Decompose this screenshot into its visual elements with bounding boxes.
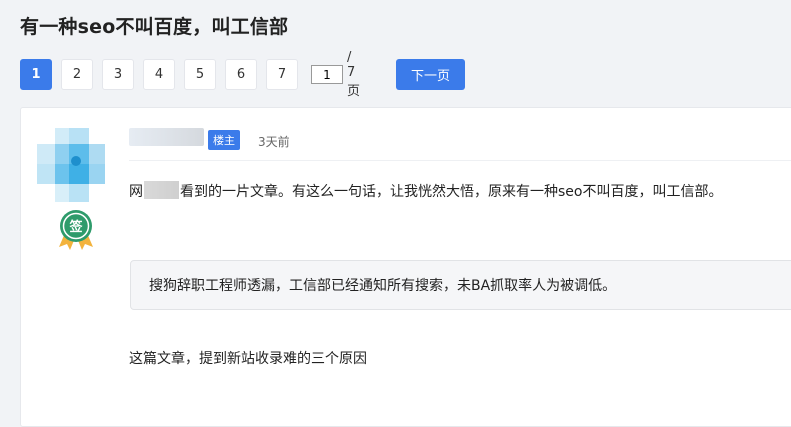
paragraph-1-text: 看到的一片文章。有这么一句话，让我恍然大悟，原来有一种seo不叫百度，叫工信部。 [180, 184, 723, 200]
header-divider [129, 160, 791, 161]
redacted-name [144, 181, 179, 199]
post-paragraph-2: 这篇文章，提到新站收录难的三个原因 [129, 351, 367, 367]
next-page-button[interactable]: 下一页 [396, 59, 465, 90]
quote-text: 搜狗辞职工程师透漏，工信部已经通知所有搜索，未BA抓取率人为被调低。 [149, 278, 617, 294]
badge-label: 签 [68, 219, 83, 235]
page-4-button[interactable]: 4 [143, 59, 175, 90]
post-time: 3天前 [258, 135, 290, 149]
page-total-label: / 7 页 [347, 50, 361, 99]
quote-block: 搜狗辞职工程师透漏，工信部已经通知所有搜索，未BA抓取率人为被调低。 [130, 260, 791, 310]
paragraph-1-prefix: 网 [129, 184, 143, 200]
page-2-button[interactable]: 2 [61, 59, 93, 90]
username-redacted[interactable] [129, 128, 204, 146]
user-avatar[interactable] [37, 128, 109, 204]
post-paragraph-1: 网 看到的一片文章。有这么一句话，让我恍然大悟，原来有一种seo不叫百度，叫工信部… [129, 181, 722, 201]
page-3-button[interactable]: 3 [102, 59, 134, 90]
sign-badge-icon: 签 [59, 210, 93, 250]
page-jump: / 7 页 [311, 50, 360, 99]
post-card: 签 楼主 3天前 网 看到的一片文章。有这么一句话，让我恍然大悟，原来有一种seo… [20, 107, 791, 427]
page-1-button[interactable]: 1 [20, 59, 52, 90]
page-number-input[interactable] [311, 65, 343, 84]
page-6-button[interactable]: 6 [225, 59, 257, 90]
owner-badge: 楼主 [208, 130, 240, 150]
page-7-button[interactable]: 7 [266, 59, 298, 90]
page-5-button[interactable]: 5 [184, 59, 216, 90]
page-title: 有一种seo不叫百度，叫工信部 [20, 16, 289, 38]
